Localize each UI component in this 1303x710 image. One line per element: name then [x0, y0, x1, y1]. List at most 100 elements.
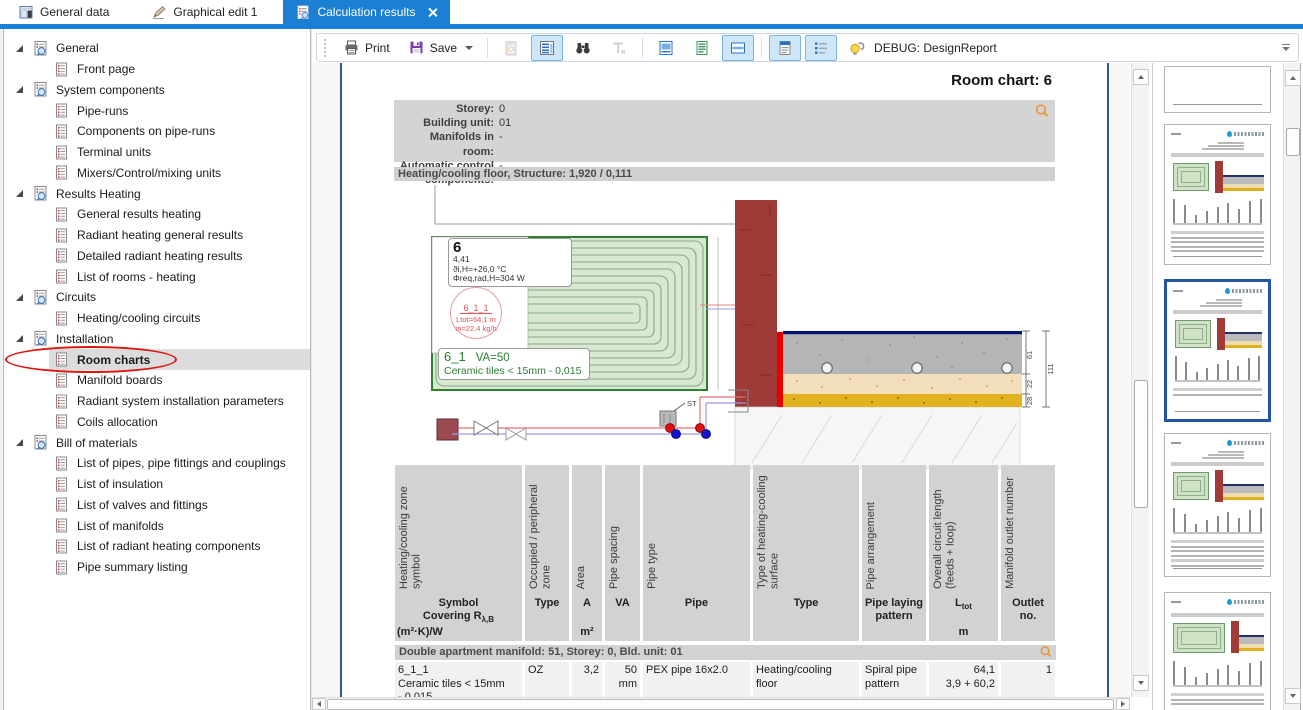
tree-item-list-of-manifolds[interactable]: List of manifolds — [3, 515, 310, 536]
scroll-up-button[interactable] — [1133, 69, 1149, 85]
tree-item-terminal-units[interactable]: Terminal units — [3, 142, 310, 163]
expander-icon[interactable] — [16, 439, 23, 446]
tree-item-components-on-pipe-runs[interactable]: Components on pipe-runs — [3, 121, 310, 142]
save-dropdown-caret[interactable] — [465, 46, 473, 50]
thumb-table-rows — [1171, 540, 1264, 569]
tree-label: List of manifolds — [77, 519, 164, 533]
toolbar-grip[interactable] — [323, 38, 328, 58]
document-scrollbar-thumb[interactable] — [1134, 380, 1148, 508]
zone-id: 6_1 — [444, 349, 466, 364]
expander-icon[interactable] — [16, 86, 23, 93]
print-button[interactable]: Print — [336, 35, 397, 60]
tree-label: List of insulation — [77, 477, 163, 491]
tab-bar: General data Graphical edit 1 Calculatio… — [0, 0, 1303, 24]
tree-label: Manifold boards — [77, 373, 162, 387]
expander-icon[interactable] — [16, 335, 23, 342]
find-button[interactable] — [567, 35, 599, 61]
list-view-button[interactable] — [805, 35, 837, 61]
report-magnifier-icon — [295, 4, 311, 20]
tab-graphical-edit[interactable]: Graphical edit 1 — [139, 0, 269, 24]
tree-label: Results Heating — [56, 187, 141, 201]
tab-calculation-results[interactable]: Calculation results — [283, 0, 450, 24]
tree-group-circuits[interactable]: Circuits — [3, 287, 310, 308]
tree-label: List of valves and fittings — [77, 498, 208, 512]
tree-item-front-page[interactable]: Front page — [3, 59, 310, 80]
document-viewport[interactable]: Room chart: 6 Storey:0 Building unit:01 … — [312, 63, 1130, 697]
cell-pipe: PEX pipe 16x2.0 — [643, 662, 750, 697]
thumb-section-bar — [1171, 613, 1264, 617]
expander-icon[interactable] — [16, 45, 23, 52]
vendor-logo — [1227, 131, 1264, 137]
document-vertical-scrollbar[interactable] — [1131, 63, 1149, 697]
tree-item-list-of-radiant-components[interactable]: List of radiant heating components — [3, 536, 310, 557]
thumb-footer-line — [1173, 104, 1262, 106]
tree-label: Radiant heating general results — [77, 228, 243, 242]
tree-item-list-of-insulation[interactable]: List of insulation — [3, 474, 310, 495]
tree-label: Pipe-runs — [77, 104, 128, 118]
tree-item-radiant-installation-parameters[interactable]: Radiant system installation parameters — [3, 391, 310, 412]
report-table-icon — [538, 39, 556, 57]
zoom-icon[interactable] — [1034, 103, 1050, 119]
tab-general-data[interactable]: General data — [6, 0, 121, 24]
thumbnail-vertical-scrollbar[interactable] — [1283, 63, 1301, 710]
report-page: Room chart: 6 Storey:0 Building unit:01 … — [342, 63, 1107, 697]
debug-report-button[interactable]: DEBUG: DesignReport — [841, 35, 1004, 61]
page-thumbnail[interactable] — [1164, 66, 1271, 113]
report-view-button[interactable] — [531, 35, 563, 61]
tree-item-heating-cooling-circuits[interactable]: Heating/cooling circuits — [3, 308, 310, 329]
page-thumbnail-selected[interactable] — [1164, 279, 1271, 422]
thumb-footer-line — [1173, 568, 1262, 570]
report-page-icon — [53, 227, 70, 244]
horizontal-scrollbar[interactable] — [312, 697, 1130, 710]
page-header-view-button[interactable] — [769, 35, 801, 61]
scroll-up-button[interactable] — [1285, 70, 1301, 86]
report-page-icon — [53, 247, 70, 264]
tree-item-coils-allocation[interactable]: Coils allocation — [3, 412, 310, 433]
tab-label: Calculation results — [317, 5, 415, 19]
expander-icon[interactable] — [16, 190, 23, 197]
paste-button — [495, 35, 527, 61]
tree-item-general-results-heating[interactable]: General results heating — [3, 204, 310, 225]
toolbar-overflow-button[interactable] — [1280, 42, 1292, 54]
tree-item-pipe-summary-listing[interactable]: Pipe summary listing — [3, 557, 310, 578]
tree-item-list-of-rooms-heating[interactable]: List of rooms - heating — [3, 266, 310, 287]
dim-total-label: 111 — [1046, 363, 1055, 374]
save-button[interactable]: Save — [401, 35, 480, 60]
thumb-plan — [1173, 472, 1209, 500]
tree-item-room-charts[interactable]: Room charts — [3, 349, 310, 370]
expander-icon[interactable] — [16, 294, 23, 301]
tree-group-general[interactable]: General — [3, 38, 310, 59]
tree-group-results-heating[interactable]: Results Heating — [3, 183, 310, 204]
scroll-down-button[interactable] — [1285, 688, 1301, 704]
tree-item-list-of-valves[interactable]: List of valves and fittings — [3, 495, 310, 516]
tree-group-installation[interactable]: Installation — [3, 329, 310, 350]
tree-item-radiant-general-results[interactable]: Radiant heating general results — [3, 225, 310, 246]
thumb-table-rows — [1173, 388, 1262, 398]
bullet-list-icon — [812, 39, 830, 57]
column-subheader: VA — [605, 595, 640, 641]
tree-item-manifold-boards[interactable]: Manifold boards — [3, 370, 310, 391]
page-thumbnail[interactable] — [1164, 592, 1271, 710]
tree-item-mixers[interactable]: Mixers/Control/mixing units — [3, 163, 310, 184]
scroll-left-button[interactable] — [312, 698, 326, 710]
navigation-tree: General Front page System components Pip… — [0, 29, 310, 710]
page-view-button[interactable] — [650, 35, 682, 61]
close-icon[interactable] — [427, 7, 438, 18]
thumbnail-scrollbar-thumb[interactable] — [1286, 128, 1300, 156]
single-page-button[interactable] — [686, 35, 718, 61]
zone-label-box: 6_1VA=50 Ceramic tiles < 15mm - 0,015 — [438, 348, 590, 380]
scroll-right-button[interactable] — [1116, 698, 1130, 710]
zoom-icon[interactable] — [1039, 645, 1053, 659]
report-page-icon — [53, 455, 70, 472]
tree-group-system-components[interactable]: System components — [3, 80, 310, 101]
tree-group-bill-of-materials[interactable]: Bill of materials — [3, 432, 310, 453]
page-border-right — [1107, 63, 1109, 697]
tree-item-detailed-radiant-results[interactable]: Detailed radiant heating results — [3, 246, 310, 267]
page-thumbnail[interactable] — [1164, 433, 1271, 577]
tree-item-pipe-runs[interactable]: Pipe-runs — [3, 100, 310, 121]
scroll-down-button[interactable] — [1133, 675, 1149, 691]
tree-item-list-of-pipes[interactable]: List of pipes, pipe fittings and couplin… — [3, 453, 310, 474]
page-thumbnail[interactable] — [1164, 124, 1271, 265]
horizontal-scrollbar-thumb[interactable] — [327, 699, 1114, 710]
fit-width-button[interactable] — [722, 35, 754, 61]
